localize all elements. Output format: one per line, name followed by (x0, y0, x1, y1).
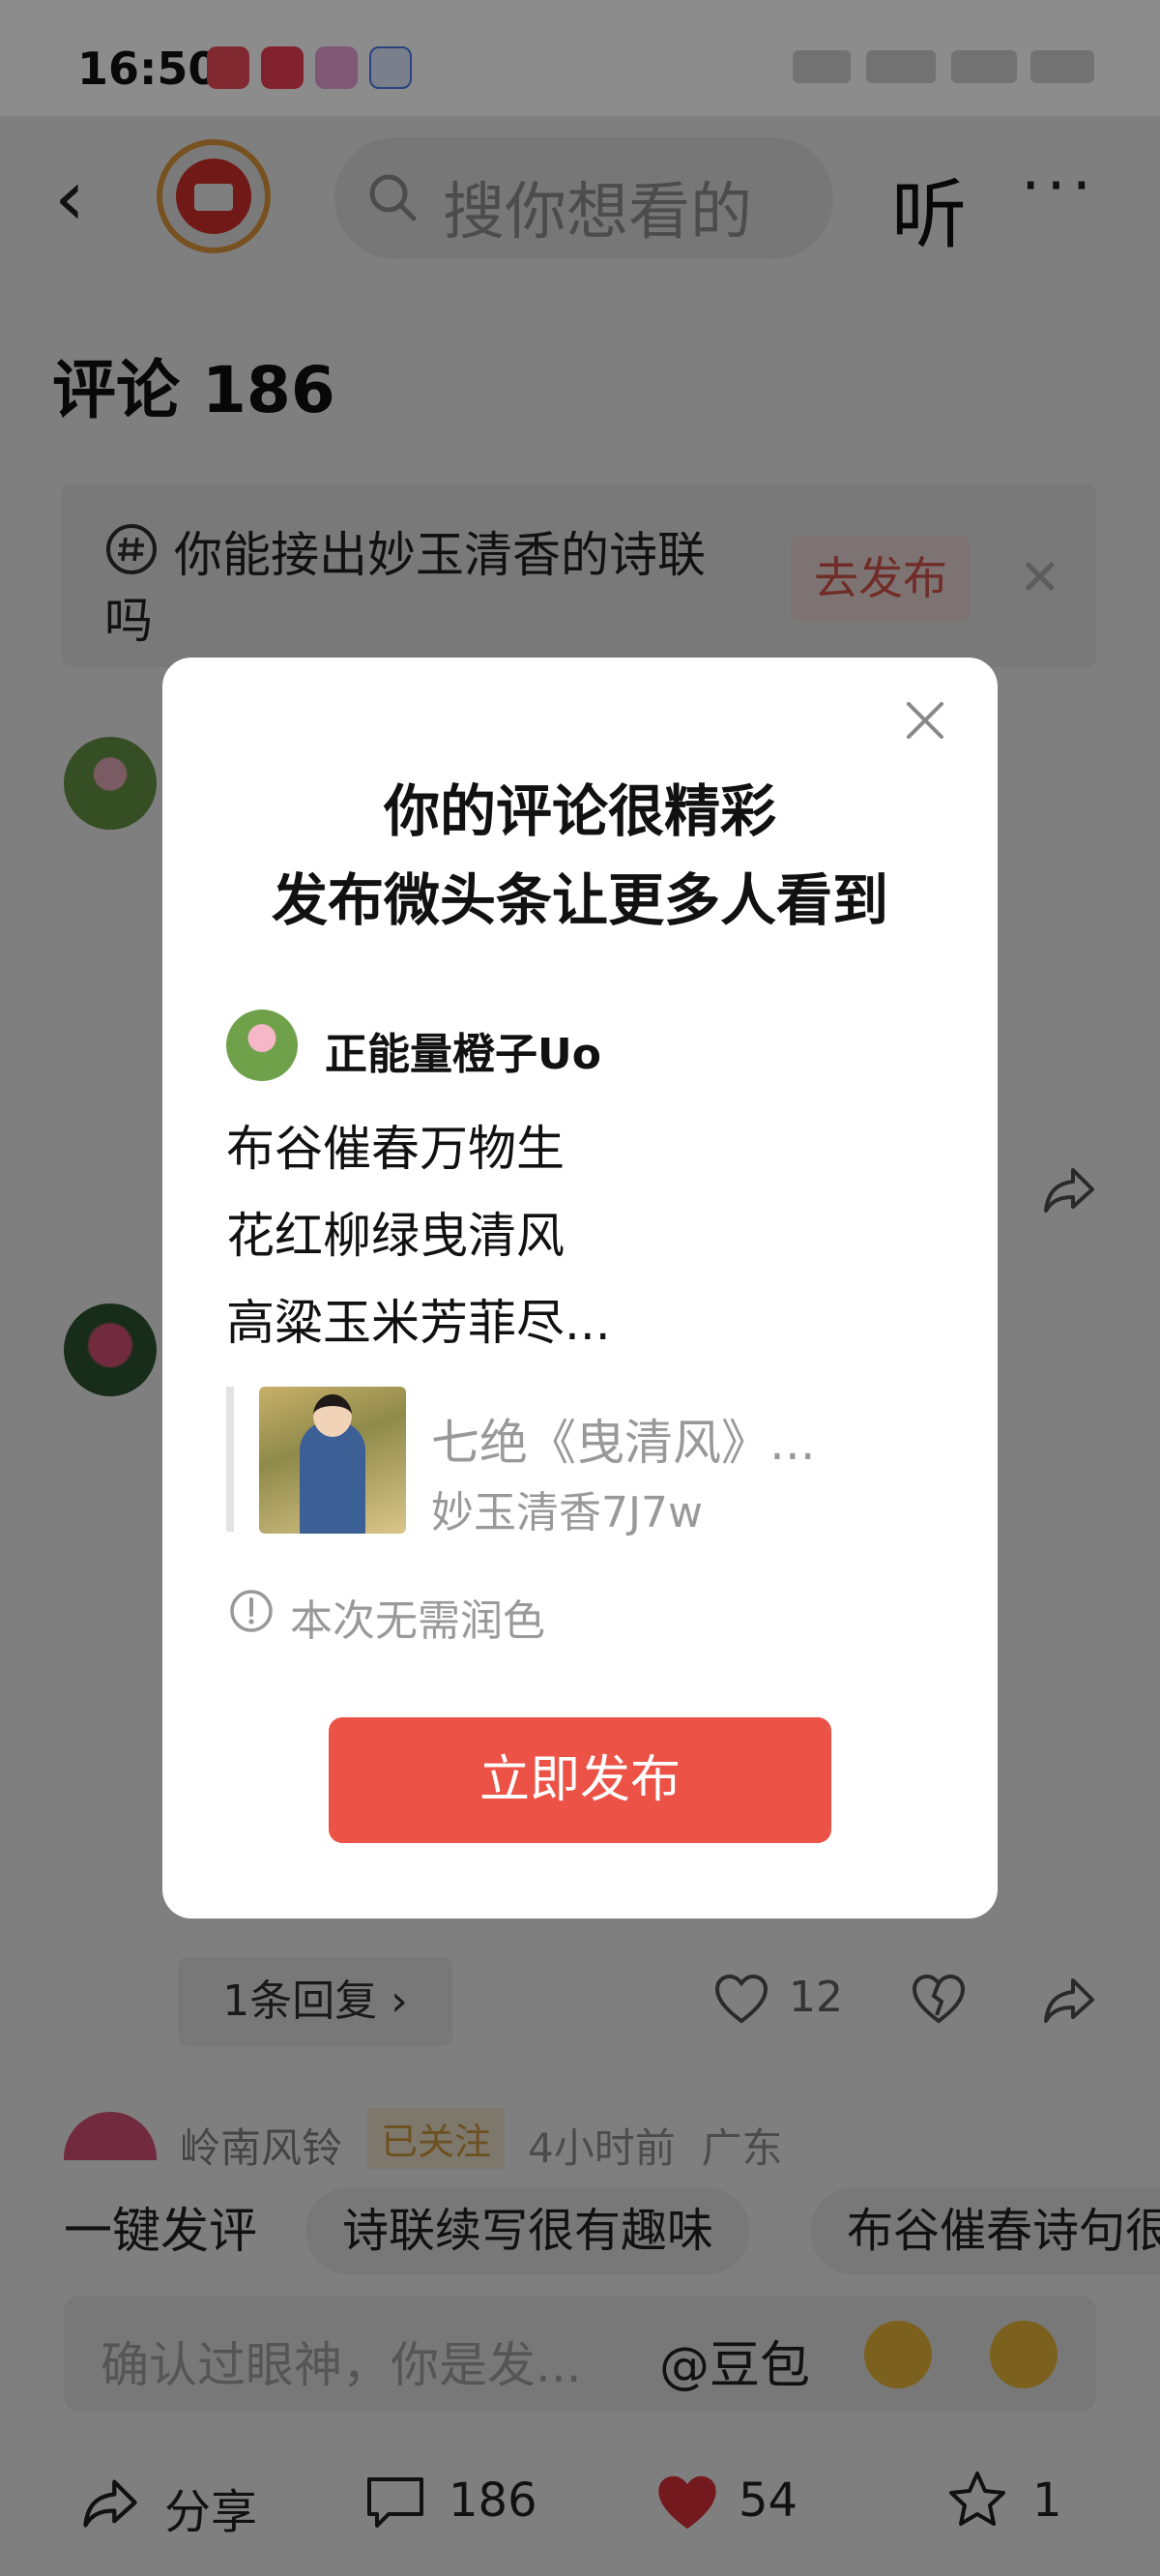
quote-thumbnail (259, 1387, 406, 1534)
dialog-title-line2: 发布微头条让更多人看到 (271, 867, 888, 933)
dialog-close-icon[interactable] (901, 696, 949, 745)
info-icon (230, 1590, 273, 1632)
poem-line: 高粱玉米芳菲尽... (226, 1295, 611, 1351)
publish-now-button[interactable]: 立即发布 (329, 1717, 831, 1843)
polish-notice: 本次无需润色 (290, 1596, 545, 1646)
quote-author: 妙玉清香7J7w (431, 1488, 703, 1537)
quote-divider (226, 1387, 234, 1532)
poem-line: 布谷催春万物生 (226, 1121, 565, 1177)
status-overlay (0, 0, 1160, 116)
poem-line: 花红柳绿曳清风 (226, 1208, 565, 1264)
dialog-username: 正能量橙子Uo (325, 1030, 601, 1079)
quote-title: 七绝《曳清风》... (431, 1415, 816, 1471)
dialog-user-avatar (226, 1010, 298, 1081)
dialog-title-line1: 你的评论很精彩 (383, 778, 776, 844)
